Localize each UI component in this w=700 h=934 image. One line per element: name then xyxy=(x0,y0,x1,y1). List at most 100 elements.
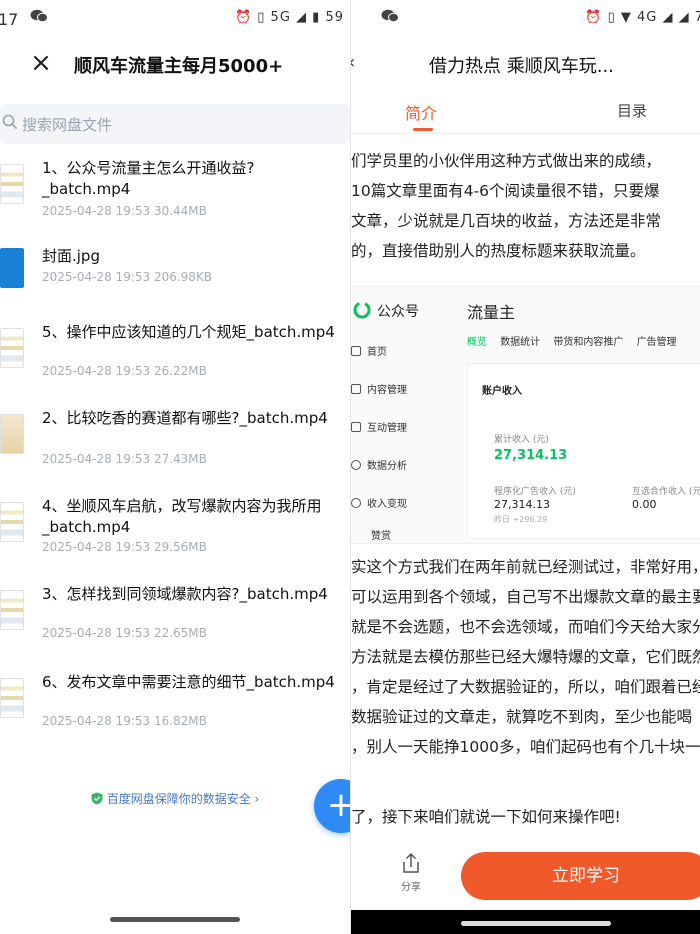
nav-content: 内容管理 xyxy=(351,381,451,396)
mutual-selection-value: 0.00 xyxy=(632,498,657,511)
video-thumbnail xyxy=(0,590,24,630)
file-name: 6、发布文章中需要注意的细节_batch.mp4 xyxy=(42,673,335,691)
text-line: 的，直接借助别人的热度标题来获取流量。 xyxy=(351,242,646,260)
file-list-item[interactable]: 5、操作中应该知道的几个规矩_batch.mp4 2025-04-28 19:5… xyxy=(0,322,350,402)
status-bar: 17 ⏰ ▯ 5G ◢ ▮ 59 xyxy=(0,0,350,38)
embedded-top-nav: 概览 数据统计 带货和内容推广 广告管理 xyxy=(467,333,687,348)
folder-title: 顺风车流量主每月5000+ xyxy=(74,56,284,77)
analytics-icon xyxy=(351,460,361,470)
file-name: 5、操作中应该知道的几个规矩_batch.mp4 xyxy=(42,323,335,341)
safety-text: 百度网盘保障你的数据安全 › xyxy=(106,792,260,806)
text-line: 数据验证过的文章走，就算吃不到肉，至少也能喝 xyxy=(351,708,693,726)
nav-monetization: 收入变现 xyxy=(351,495,451,510)
status-icons: ⏰ ▯ ▼ 4G ◢ ◢ 7 xyxy=(585,10,700,25)
file-meta: 2025-04-28 19:53 16.82MB xyxy=(42,714,207,728)
back-icon[interactable]: ‹ xyxy=(351,52,355,73)
text-line: 们学员里的小伙伴用这种方式做出来的成绩， xyxy=(351,152,662,170)
tab-intro[interactable]: 简介 xyxy=(405,100,437,124)
income-card: 账户收入 累计收入 (元) 27,314.13 程序化广告收入 (元) 27,3… xyxy=(467,363,700,539)
nav-interaction: 互动管理 xyxy=(351,419,451,434)
wechat-notification-icon xyxy=(30,9,48,23)
text-line: ，别人一天能挣1000多，咱们起码也有个几十块一两 xyxy=(351,738,700,756)
file-meta: 2025-04-28 19:53 22.65MB xyxy=(42,626,207,640)
text-line: 可以运用到各个领域，自己写不出爆款文章的最主要 xyxy=(351,588,700,606)
add-button[interactable]: + xyxy=(314,779,350,833)
file-name: 3、怎样找到同领域爆款内容?_batch.mp4 xyxy=(42,585,328,603)
search-placeholder: 搜索网盘文件 xyxy=(22,116,113,134)
closing-line: 了，接下来咱们就说一下如何来操作吧! xyxy=(351,808,621,826)
nav-home: 首页 xyxy=(351,343,451,358)
nav-analytics: 数据分析 xyxy=(351,457,451,472)
video-thumbnail xyxy=(0,328,24,368)
file-list-item[interactable]: 封面.jpg 2025-04-28 19:53 206.98KB xyxy=(0,246,350,326)
file-meta: 2025-04-28 19:53 27.43MB xyxy=(42,452,207,466)
text-line: 方法就是去模仿那些已经大爆特爆的文章，它们既然 xyxy=(351,648,700,666)
chat-icon xyxy=(351,422,361,432)
file-name: 2、比较吃香的赛道都有哪些?_batch.mp4 xyxy=(42,409,328,427)
file-list-item[interactable]: 1、公众号流量主怎么开通收益?_batch.mp4 2025-04-28 19:… xyxy=(0,158,350,238)
file-meta: 2025-04-28 19:53 206.98KB xyxy=(42,270,213,284)
mutual-selection-label: 互选合作收入 (元) xyxy=(632,487,700,497)
topnav-stats: 数据统计 xyxy=(500,337,541,348)
video-thumbnail xyxy=(0,164,24,204)
video-thumbnail xyxy=(0,414,24,454)
file-list-item[interactable]: 6、发布文章中需要注意的细节_batch.mp4 2025-04-28 19:5… xyxy=(0,672,350,752)
tab-toc[interactable]: 目录 xyxy=(617,100,647,121)
topnav-overview: 概览 xyxy=(467,337,487,348)
file-meta: 2025-04-28 19:53 29.56MB xyxy=(42,540,207,554)
share-button[interactable]: 分享 xyxy=(391,852,431,893)
status-bar: ⏰ ▯ ▼ 4G ◢ ◢ 7 xyxy=(351,0,700,38)
home-icon xyxy=(351,346,361,356)
wechat-notification-icon xyxy=(381,9,399,23)
search-icon xyxy=(2,114,18,130)
total-income-label: 累计收入 (元) xyxy=(494,435,549,445)
file-name: 封面.jpg xyxy=(42,247,100,265)
share-label: 分享 xyxy=(401,882,421,893)
programmatic-ad-label: 程序化广告收入 (元) xyxy=(494,487,576,497)
image-thumbnail xyxy=(0,248,24,288)
close-icon[interactable]: × xyxy=(28,50,54,76)
file-list-item[interactable]: 3、怎样找到同领域爆款内容?_batch.mp4 2025-04-28 19:5… xyxy=(0,584,350,664)
account-name: 流量主 xyxy=(467,303,516,322)
data-safety-link[interactable]: 百度网盘保障你的数据安全 › xyxy=(0,790,350,807)
file-name: 1、公众号流量主怎么开通收益?_batch.mp4 xyxy=(42,159,255,198)
topnav-ads: 广告管理 xyxy=(636,337,677,348)
search-input[interactable]: 搜索网盘文件 xyxy=(0,104,350,144)
video-thumbnail xyxy=(0,502,24,542)
wechat-official-account-logo-icon xyxy=(353,301,371,319)
document-icon xyxy=(351,384,361,394)
home-indicator xyxy=(461,921,611,926)
course-detail-screen: ⏰ ▯ ▼ 4G ◢ ◢ 7 ‹ 借力热点 乘顺风车玩... 简介 目录 们学员… xyxy=(350,0,700,934)
tab-bar: 简介 目录 xyxy=(351,92,700,134)
status-time: 17 xyxy=(0,10,19,29)
money-icon xyxy=(351,498,361,508)
text-line: ，肯定是经过了大数据验证的，所以，咱们跟着已经 xyxy=(351,678,700,696)
intro-paragraph: 们学员里的小伙伴用这种方式做出来的成绩， 10篇文章里面有4-6个阅读量很不错，… xyxy=(351,146,700,266)
embedded-screenshot: 公众号 流量主 首页 内容管理 互动管理 数据分析 收入变现 赞赏 概览 数据统… xyxy=(351,286,700,544)
file-meta: 2025-04-28 19:53 30.44MB xyxy=(42,204,207,218)
course-title: 借力热点 乘顺风车玩... xyxy=(429,56,614,77)
file-list-item[interactable]: 2、比较吃香的赛道都有哪些?_batch.mp4 2025-04-28 19:5… xyxy=(0,408,350,488)
programmatic-ad-value: 27,314.13 xyxy=(494,498,550,511)
file-name: 4、坐顺风车启航，改写爆款内容为我所用_batch.mp4 xyxy=(42,497,322,536)
text-line: 文章，少说就是几百块的收益，方法还是非常 xyxy=(351,212,662,230)
share-icon xyxy=(403,852,419,873)
platform-name: 公众号 xyxy=(377,304,419,320)
body-paragraph: 实这个方式我们在两年前就已经测试过，非常好用， 可以运用到各个领域，自己写不出爆… xyxy=(351,552,700,762)
learn-now-button[interactable]: 立即学习 xyxy=(461,852,700,900)
card-title: 账户收入 xyxy=(482,386,522,397)
baidu-pan-folder-screen: 17 ⏰ ▯ 5G ◢ ▮ 59 × 顺风车流量主每月5000+ 搜索网盘文件 … xyxy=(0,0,350,934)
video-thumbnail xyxy=(0,678,24,718)
topnav-promo: 带货和内容推广 xyxy=(553,337,624,348)
home-indicator xyxy=(110,917,240,922)
nav-tips: 赞赏 xyxy=(371,531,391,542)
text-line: 10篇文章里面有4-6个阅读量很不错，只要爆 xyxy=(351,182,660,200)
total-income-value: 27,314.13 xyxy=(494,448,568,463)
file-meta: 2025-04-28 19:53 26.22MB xyxy=(42,364,207,378)
status-icons: ⏰ ▯ 5G ◢ ▮ 59 xyxy=(234,10,344,25)
text-line: 就是不会选题，也不会选领域，而咱们今天给大家分 xyxy=(351,618,700,636)
shield-icon xyxy=(91,792,103,805)
file-list-item[interactable]: 4、坐顺风车启航，改写爆款内容为我所用_batch.mp4 2025-04-28… xyxy=(0,496,350,576)
active-tab-indicator xyxy=(413,128,433,131)
app-header: ‹ 借力热点 乘顺风车玩... xyxy=(351,40,700,90)
